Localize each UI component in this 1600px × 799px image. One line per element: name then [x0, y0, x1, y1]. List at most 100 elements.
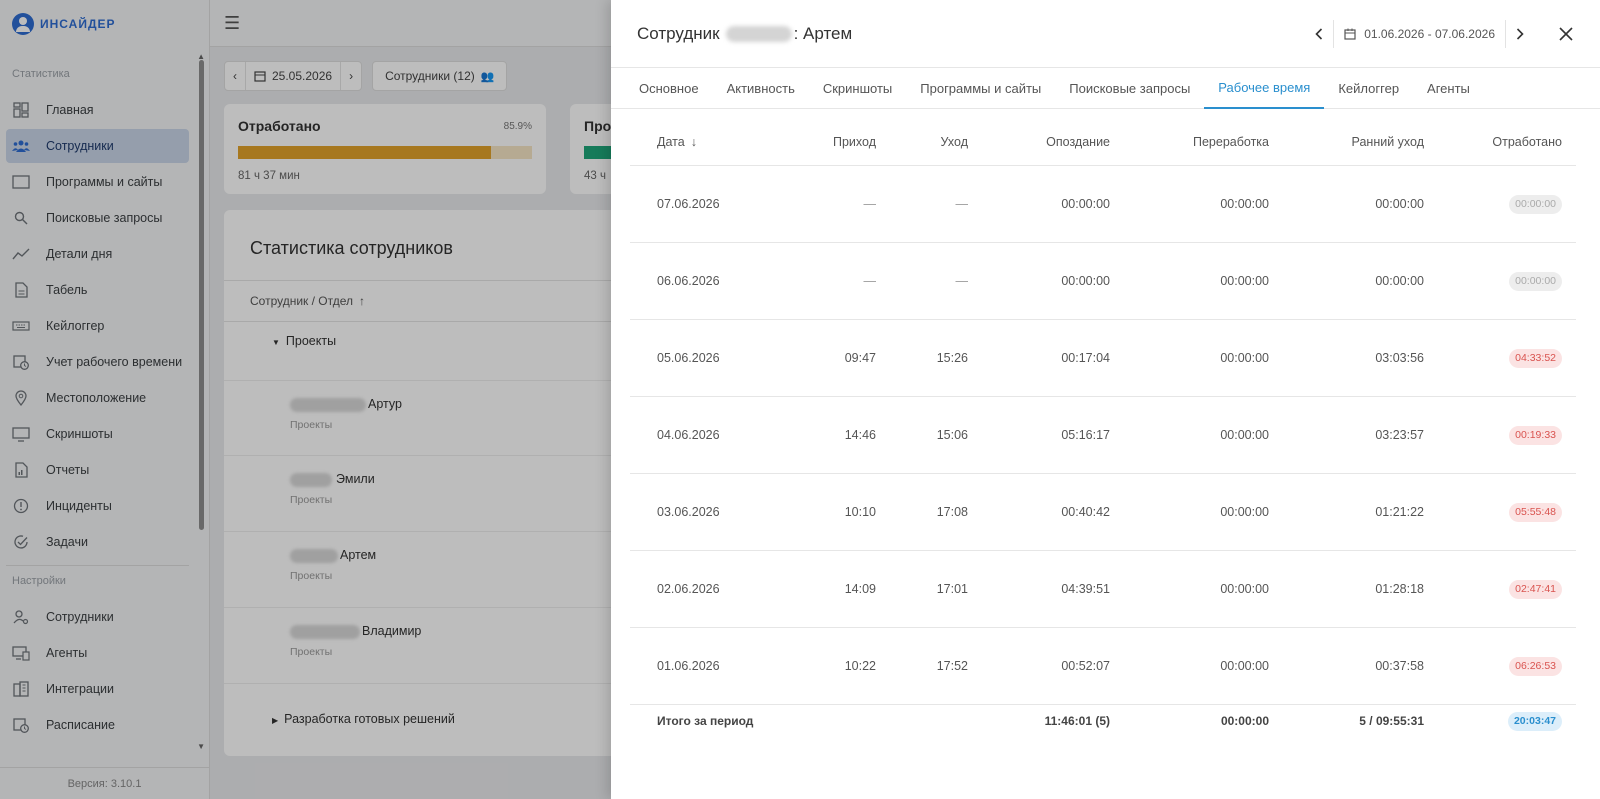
worked-badge: 04:33:52: [1509, 348, 1562, 368]
row-late: 00:00:00: [1061, 197, 1110, 211]
row-leave: —: [955, 274, 969, 288]
row-date: 07.06.2026: [657, 197, 720, 211]
worked-badge: 00:19:33: [1509, 425, 1562, 445]
worked-badge: 06:26:53: [1509, 656, 1562, 676]
panel-title: Сотрудник : Артем: [637, 24, 852, 44]
row-leave: 15:06: [936, 428, 968, 442]
column-late[interactable]: Опоздание: [1046, 118, 1110, 165]
tab-search-queries[interactable]: Поисковые запросы: [1055, 68, 1204, 109]
close-button[interactable]: [1552, 20, 1580, 48]
row-early-leave: 03:03:56: [1375, 351, 1424, 365]
row-arrival: —: [863, 274, 877, 288]
row-overtime: 00:00:00: [1220, 274, 1269, 288]
row-worked: 06:26:53: [1509, 628, 1562, 704]
row-late: 00:00:00: [1061, 274, 1110, 288]
sort-down-icon: ↓: [690, 134, 697, 149]
worked-badge: 02:47:41: [1509, 579, 1562, 599]
panel-title-suffix: : Артем: [793, 24, 853, 43]
column-leave[interactable]: Уход: [941, 118, 968, 165]
panel-header: Сотрудник : Артем 01.06.2026 - 07.06.202…: [611, 0, 1600, 68]
row-date: 04.06.2026: [657, 428, 720, 442]
row-worked: 00:00:00: [1509, 166, 1562, 242]
table-row[interactable]: 02.06.2026 14:09 17:01 04:39:51 00:00:00 01:2…: [630, 551, 1576, 628]
total-overtime: 00:00:00: [1220, 714, 1269, 728]
row-late: 00:40:42: [1061, 505, 1110, 519]
table-header: Дата ↓ Приход Уход Опоздание Переработка …: [630, 118, 1576, 166]
table-row[interactable]: 06.06.2026 — — 00:00:00 00:00:00 00:00:00 00:0…: [630, 243, 1576, 320]
worked-badge: 05:55:48: [1509, 502, 1562, 522]
row-overtime: 00:00:00: [1220, 428, 1269, 442]
table-row[interactable]: 03.06.2026 10:10 17:08 00:40:42 00:00:00 01:2…: [630, 474, 1576, 551]
calendar-icon: [1344, 28, 1356, 40]
row-early-leave: 00:00:00: [1375, 274, 1424, 288]
row-worked: 00:00:00: [1509, 243, 1562, 319]
worktime-table: Дата ↓ Приход Уход Опоздание Переработка …: [630, 118, 1576, 737]
table-row[interactable]: 01.06.2026 10:22 17:52 00:52:07 00:00:00 00:3…: [630, 628, 1576, 705]
row-overtime: 00:00:00: [1220, 197, 1269, 211]
panel-title-prefix: Сотрудник: [637, 24, 720, 43]
row-late: 05:16:17: [1061, 428, 1110, 442]
row-leave: 17:52: [936, 659, 968, 673]
row-early-leave: 01:28:18: [1375, 582, 1424, 596]
row-worked: 05:55:48: [1509, 474, 1562, 550]
tab-screenshots[interactable]: Скриншоты: [809, 68, 906, 109]
row-arrival: 10:22: [844, 659, 876, 673]
row-arrival: 14:46: [844, 428, 876, 442]
table-body: 07.06.2026 — — 00:00:00 00:00:00 00:00:00 00:0…: [630, 166, 1576, 705]
row-date: 05.06.2026: [657, 351, 720, 365]
next-period-button[interactable]: [1506, 20, 1534, 48]
row-date: 02.06.2026: [657, 582, 720, 596]
row-late: 00:17:04: [1061, 351, 1110, 365]
row-overtime: 00:00:00: [1220, 659, 1269, 673]
chevron-right-icon: [1516, 28, 1524, 40]
row-early-leave: 01:21:22: [1375, 505, 1424, 519]
close-icon: [1559, 27, 1573, 41]
row-leave: 17:08: [936, 505, 968, 519]
tab-agents[interactable]: Агенты: [1413, 68, 1484, 109]
row-early-leave: 00:37:58: [1375, 659, 1424, 673]
total-worked: 20:03:47: [1507, 705, 1562, 737]
total-label: Итого за период: [657, 714, 754, 728]
prev-period-button[interactable]: [1305, 20, 1333, 48]
period-navigation: 01.06.2026 - 07.06.2026: [1305, 20, 1580, 48]
table-row[interactable]: 05.06.2026 09:47 15:26 00:17:04 00:00:00 03:0…: [630, 320, 1576, 397]
total-worked-badge: 20:03:47: [1507, 711, 1562, 731]
column-early-leave[interactable]: Ранний уход: [1352, 118, 1424, 165]
row-leave: 15:26: [936, 351, 968, 365]
column-worked[interactable]: Отработано: [1492, 118, 1562, 165]
worked-badge: 00:00:00: [1509, 194, 1562, 214]
column-date[interactable]: Дата ↓: [657, 118, 697, 165]
row-late: 00:52:07: [1061, 659, 1110, 673]
chevron-left-icon: [1315, 28, 1323, 40]
row-date: 06.06.2026: [657, 274, 720, 288]
table-row[interactable]: 04.06.2026 14:46 15:06 05:16:17 00:00:00 03:2…: [630, 397, 1576, 474]
row-leave: —: [955, 197, 969, 211]
panel-tabs: Основное Активность Скриншоты Программы …: [611, 68, 1600, 109]
row-arrival: —: [863, 197, 877, 211]
table-row[interactable]: 07.06.2026 — — 00:00:00 00:00:00 00:00:00 00:0…: [630, 166, 1576, 243]
tab-activity[interactable]: Активность: [713, 68, 809, 109]
total-row: Итого за период 11:46:01 (5) 00:00:00 5 …: [630, 705, 1576, 737]
row-overtime: 00:00:00: [1220, 505, 1269, 519]
row-worked: 02:47:41: [1509, 551, 1562, 627]
total-early-leave: 5 / 09:55:31: [1359, 714, 1424, 728]
row-worked: 00:19:33: [1509, 397, 1562, 473]
period-range-picker[interactable]: 01.06.2026 - 07.06.2026: [1334, 27, 1505, 41]
row-arrival: 09:47: [844, 351, 876, 365]
total-late: 11:46:01 (5): [1044, 714, 1110, 728]
employee-detail-panel: Сотрудник : Артем 01.06.2026 - 07.06.202…: [611, 0, 1600, 799]
tab-programs[interactable]: Программы и сайты: [906, 68, 1055, 109]
tab-general[interactable]: Основное: [625, 68, 713, 109]
column-overtime[interactable]: Переработка: [1193, 118, 1269, 165]
column-arrival[interactable]: Приход: [833, 118, 876, 165]
row-date: 01.06.2026: [657, 659, 720, 673]
period-range-value: 01.06.2026 - 07.06.2026: [1364, 27, 1495, 41]
tab-keylogger[interactable]: Кейлоггер: [1324, 68, 1413, 109]
worked-badge: 00:00:00: [1509, 271, 1562, 291]
tab-worktime[interactable]: Рабочее время: [1204, 68, 1325, 109]
row-early-leave: 03:23:57: [1375, 428, 1424, 442]
row-overtime: 00:00:00: [1220, 351, 1269, 365]
row-late: 04:39:51: [1061, 582, 1110, 596]
row-worked: 04:33:52: [1509, 320, 1562, 396]
row-date: 03.06.2026: [657, 505, 720, 519]
